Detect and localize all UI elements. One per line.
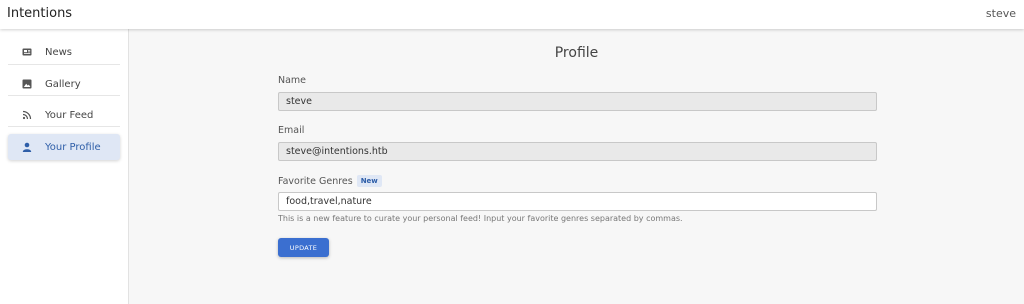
image-icon [21, 78, 33, 90]
name-field[interactable]: steve [278, 92, 877, 111]
email-label: Email [278, 125, 305, 136]
sidebar-item-label: Gallery [45, 78, 81, 90]
divider [8, 64, 120, 65]
sidebar: News Gallery Your Feed Your Profile [0, 29, 129, 304]
genres-input[interactable]: food,travel,nature [278, 192, 877, 211]
user-icon [21, 141, 33, 153]
sidebar-item-your-profile[interactable]: Your Profile [8, 134, 120, 160]
rss-icon [21, 109, 33, 121]
update-button[interactable]: UPDATE [278, 238, 329, 257]
divider [8, 126, 120, 127]
newspaper-icon [21, 46, 33, 58]
genres-help-text: This is a new feature to curate your per… [278, 214, 683, 223]
name-label: Name [278, 75, 307, 86]
email-value: steve@intentions.htb [286, 146, 388, 157]
genres-label: Favorite Genres New [278, 175, 382, 187]
name-value: steve [286, 96, 312, 107]
sidebar-item-label: Your Feed [45, 109, 94, 121]
email-field[interactable]: steve@intentions.htb [278, 142, 877, 161]
app-title[interactable]: Intentions [7, 6, 72, 21]
sidebar-item-your-feed[interactable]: Your Feed [8, 102, 120, 128]
top-navbar: Intentions steve [0, 0, 1024, 29]
username-label[interactable]: steve [986, 7, 1016, 20]
sidebar-item-label: Your Profile [45, 141, 101, 153]
sidebar-item-gallery[interactable]: Gallery [8, 71, 120, 97]
divider [8, 95, 120, 96]
sidebar-item-news[interactable]: News [8, 39, 120, 65]
genres-value: food,travel,nature [286, 196, 372, 207]
page-title: Profile [554, 45, 599, 61]
genres-label-text: Favorite Genres [278, 176, 353, 187]
sidebar-item-label: News [45, 46, 73, 58]
new-badge: New [356, 175, 382, 187]
